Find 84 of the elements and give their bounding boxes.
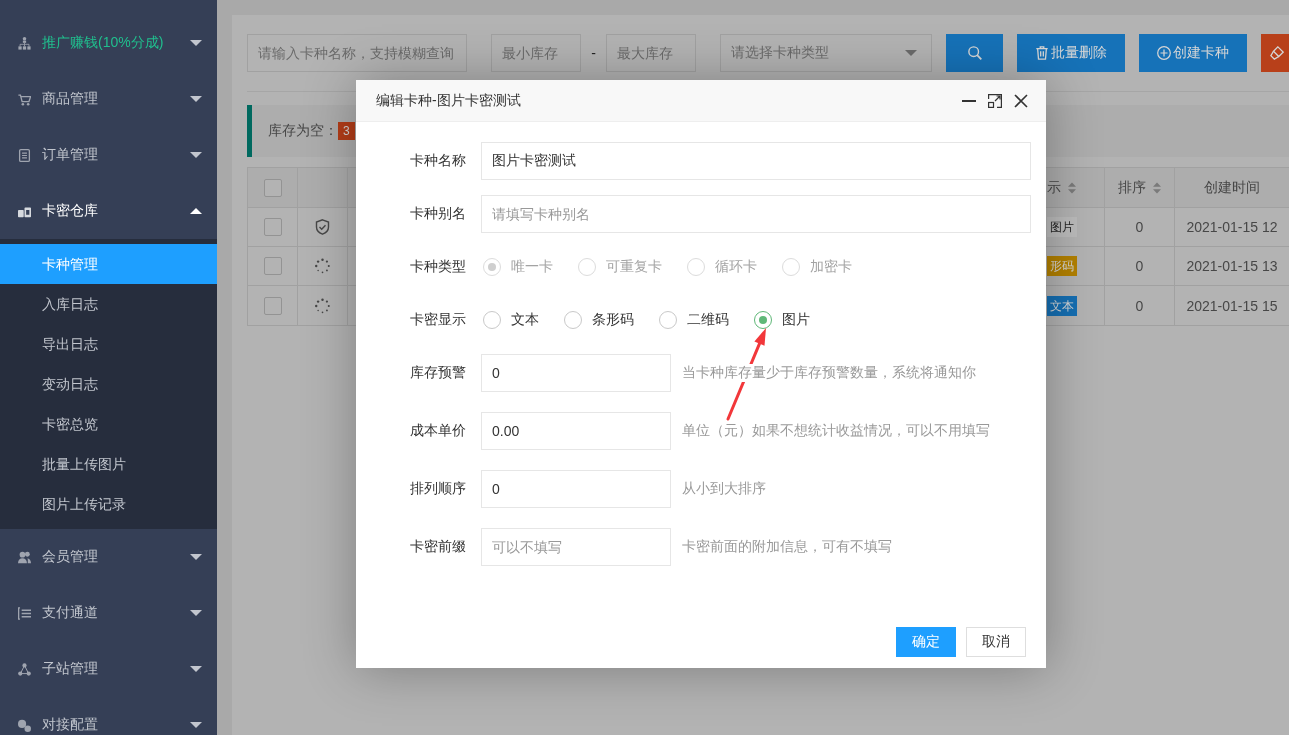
max-stock-field[interactable]: 最大库存 — [606, 34, 696, 72]
search-icon — [967, 46, 982, 60]
boxes-icon — [18, 204, 31, 218]
menu-item[interactable]: 推广赚钱(10%分成) — [0, 15, 217, 71]
org-chart-icon — [18, 36, 31, 50]
blobs-icon — [18, 718, 31, 732]
table-cell: 0 — [1135, 258, 1144, 274]
nodes-icon — [18, 662, 31, 676]
radio-option[interactable]: 条形码 — [564, 311, 634, 329]
table-cell: 0 — [1135, 297, 1144, 314]
type-tag: 图片 — [1047, 217, 1077, 237]
radio-option[interactable]: 图片 — [754, 311, 810, 329]
trash-icon — [1035, 46, 1049, 60]
radio-option[interactable]: 二维码 — [659, 311, 729, 329]
submenu-item[interactable]: 变动日志 — [0, 364, 217, 404]
create-button[interactable]: 创建卡种 — [1139, 34, 1247, 72]
cancel-button[interactable]: 取消 — [966, 627, 1026, 657]
users-icon — [18, 550, 31, 564]
field-label: 卡密前缀 — [409, 538, 467, 556]
column-header: 排序 — [1118, 178, 1146, 197]
field-label: 卡种名称 — [409, 152, 467, 170]
type-tag: 形码 — [1047, 256, 1077, 276]
cart-icon — [18, 92, 31, 106]
caret-icon — [905, 50, 917, 56]
help-text: 从小到大排序 — [682, 480, 766, 498]
min-stock-field[interactable]: 最小库存 — [491, 34, 581, 72]
sort-icon[interactable] — [1068, 181, 1076, 194]
field-label: 卡种类型 — [409, 258, 467, 276]
notice-text: 库存为空： — [268, 122, 338, 140]
menu-item[interactable]: 会员管理 — [0, 529, 217, 585]
field-label: 成本单价 — [409, 422, 467, 440]
menu-item[interactable]: 卡密仓库 — [0, 183, 217, 239]
text-field[interactable]: 0 — [481, 354, 671, 392]
radio-option[interactable]: 文本 — [483, 311, 539, 329]
menu-item[interactable]: 商品管理 — [0, 71, 217, 127]
close-icon[interactable] — [1014, 93, 1028, 108]
brush-icon — [1270, 46, 1284, 60]
spinner-icon — [315, 258, 330, 274]
text-field[interactable]: 0.00 — [481, 412, 671, 450]
text-field[interactable]: 0 — [481, 470, 671, 508]
sort-icon[interactable] — [1153, 181, 1161, 194]
checkbox[interactable] — [263, 296, 282, 315]
submenu-item[interactable]: 入库日志 — [0, 284, 217, 324]
document-icon — [18, 148, 31, 162]
search-field[interactable]: 请输入卡种名称，支持模糊查询 — [247, 34, 467, 72]
text-field[interactable]: 图片卡密测试 — [481, 142, 1031, 180]
range-separator: - — [590, 45, 597, 61]
help-text: 当卡种库存量少于库存预警数量，系统将通知你 — [682, 364, 976, 382]
menu-item[interactable]: 订单管理 — [0, 127, 217, 183]
dialog-title: 编辑卡种-图片卡密测试 — [376, 91, 521, 110]
table-cell: 2021-01-15 13 — [1186, 258, 1278, 274]
submenu-item[interactable]: 卡密总览 — [0, 404, 217, 444]
type-tag: 文本 — [1047, 295, 1077, 316]
field-label: 卡密显示 — [409, 311, 467, 329]
submenu-item[interactable]: 图片上传记录 — [0, 484, 217, 524]
column-header: 创建时间 — [1204, 178, 1260, 197]
text-field[interactable]: 请填写卡种别名 — [481, 195, 1031, 233]
plus-circle-icon — [1157, 46, 1171, 60]
submenu-item[interactable]: 批量上传图片 — [0, 444, 217, 484]
field-label: 卡种别名 — [409, 205, 467, 223]
help-text: 单位（元）如果不想统计收益情况，可以不用填写 — [682, 422, 990, 440]
count-badge: 3 — [338, 122, 355, 140]
help-text: 卡密前面的附加信息，可有不填写 — [682, 538, 892, 556]
menu-item[interactable]: 支付通道 — [0, 585, 217, 641]
checkbox[interactable] — [263, 218, 282, 236]
column-header: 示 — [1047, 178, 1061, 197]
menu-item[interactable]: 对接配置 — [0, 697, 217, 735]
menu-item[interactable]: 子站管理 — [0, 641, 217, 697]
delete-button[interactable]: 批量删除 — [1017, 34, 1125, 72]
field-label: 库存预警 — [409, 364, 467, 382]
table-cell: 0 — [1135, 219, 1144, 235]
maximize-icon[interactable] — [988, 93, 1002, 108]
text-field[interactable]: 可以不填写 — [481, 528, 671, 566]
table-cell: 2021-01-15 15 — [1186, 297, 1278, 314]
field-label: 排列顺序 — [409, 480, 467, 498]
checkbox[interactable] — [263, 178, 282, 197]
table-cell: 2021-01-15 12 — [1186, 219, 1278, 235]
submenu-item[interactable]: 导出日志 — [0, 324, 217, 364]
shield-icon — [315, 219, 330, 235]
tool-button[interactable] — [1261, 34, 1289, 72]
list-icon — [18, 606, 31, 620]
search-button[interactable] — [946, 34, 1003, 72]
spinner-icon — [315, 297, 330, 314]
checkbox[interactable] — [263, 257, 282, 275]
